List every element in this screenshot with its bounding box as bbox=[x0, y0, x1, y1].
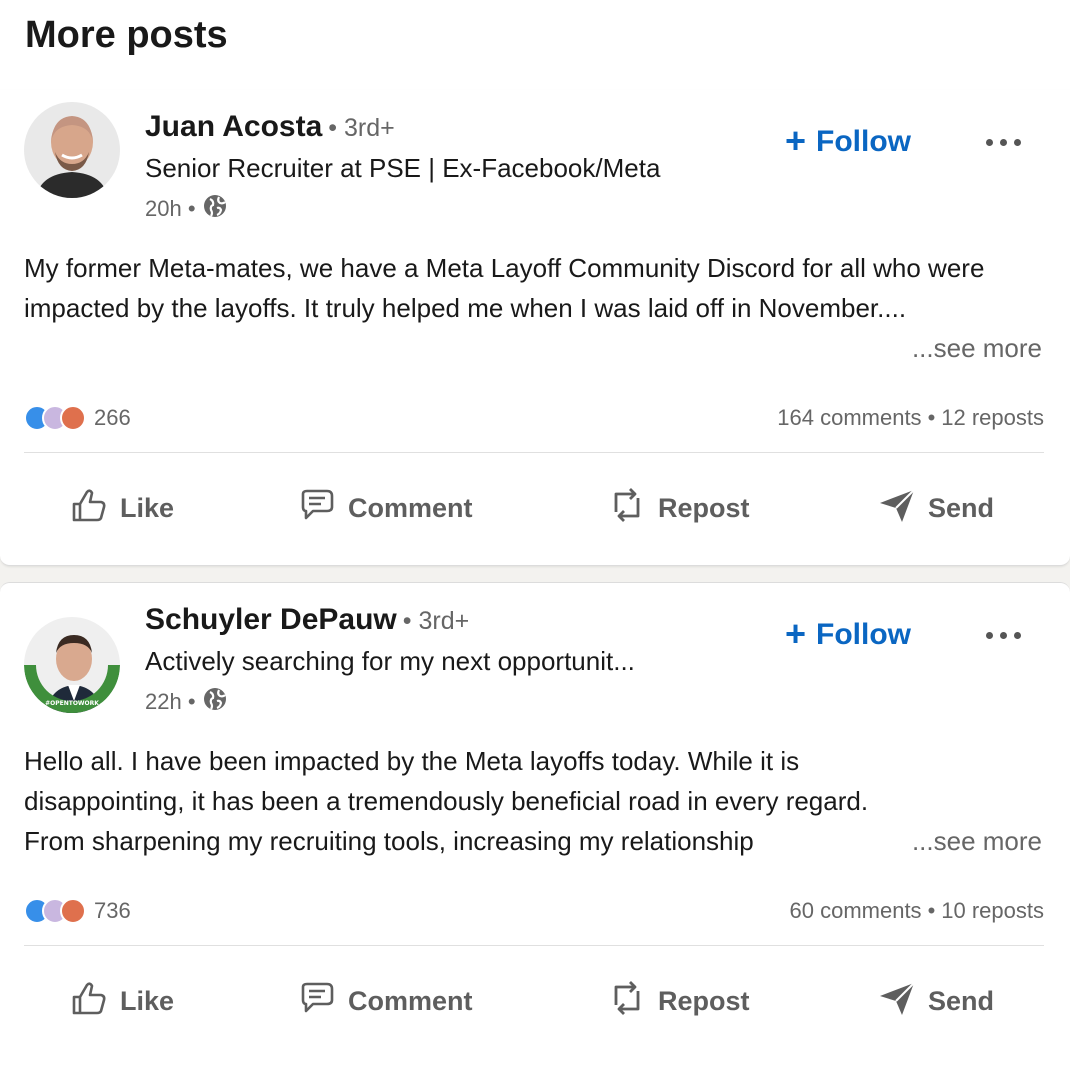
ellipsis-icon bbox=[985, 631, 993, 639]
more-options-button[interactable] bbox=[975, 122, 1031, 162]
post-card: Juan Acosta • 3rd+ Senior Recruiter at PS… bbox=[0, 90, 1070, 566]
avatar[interactable] bbox=[24, 102, 120, 198]
ellipsis-dot bbox=[1013, 138, 1021, 146]
send-button[interactable]: Send bbox=[876, 470, 994, 546]
follow-label: Follow bbox=[816, 618, 912, 651]
count-separator: • bbox=[927, 405, 936, 430]
avatar[interactable]: #OPENTOWORK bbox=[24, 617, 120, 713]
see-more-link[interactable]: ...see more bbox=[905, 821, 1042, 861]
follow-label: Follow bbox=[816, 125, 912, 158]
engagement-counts: 164 comments • 12 reposts bbox=[777, 405, 1044, 431]
post-actions: Like Comment Repost Send bbox=[0, 470, 1070, 546]
love-reaction-icon bbox=[60, 898, 86, 924]
opentowork-frame-text: #OPENTOWORK bbox=[45, 700, 99, 707]
section-header: More posts bbox=[0, 0, 1070, 90]
author-headline: Actively searching for my next opportuni… bbox=[145, 646, 635, 676]
follow-button[interactable]: + Follow bbox=[785, 613, 911, 657]
like-label: Like bbox=[120, 985, 175, 1016]
love-reaction-icon bbox=[60, 405, 86, 431]
send-label: Send bbox=[928, 492, 995, 523]
connection-degree: • 3rd+ bbox=[402, 607, 470, 635]
comment-icon bbox=[296, 977, 338, 1026]
reposts-count[interactable]: 10 reposts bbox=[941, 898, 1044, 924]
follow-button[interactable]: + Follow bbox=[785, 120, 911, 164]
comments-count[interactable]: 60 comments bbox=[790, 898, 922, 924]
author-name-text: Schuyler DePauw bbox=[145, 603, 397, 636]
repost-button[interactable]: Repost bbox=[606, 470, 750, 546]
plus-icon: + bbox=[785, 119, 807, 161]
social-counts: 736 60 comments • 10 reposts bbox=[24, 891, 1044, 931]
comment-button[interactable]: Comment bbox=[296, 470, 473, 546]
repost-label: Repost bbox=[658, 492, 750, 523]
reaction-count: 736 bbox=[94, 898, 131, 923]
comment-label: Comment bbox=[348, 985, 473, 1016]
post-time: 22h • bbox=[145, 689, 196, 714]
globe-icon bbox=[202, 686, 228, 718]
section-title: More posts bbox=[25, 14, 228, 56]
author-name[interactable]: Juan Acosta • 3rd+ bbox=[145, 110, 395, 144]
repost-icon bbox=[606, 977, 648, 1026]
post-actions: Like Comment Repost Send bbox=[0, 963, 1070, 1039]
reaction-count: 266 bbox=[94, 405, 131, 430]
like-button[interactable]: Like bbox=[68, 470, 174, 546]
send-icon bbox=[876, 484, 918, 533]
author-headline: Senior Recruiter at PSE | Ex-Facebook/Me… bbox=[145, 153, 661, 183]
globe-icon bbox=[202, 193, 228, 225]
count-separator: • bbox=[927, 898, 936, 923]
comment-icon bbox=[296, 484, 338, 533]
ellipsis-icon bbox=[985, 138, 993, 146]
divider bbox=[24, 452, 1044, 453]
engagement-counts: 60 comments • 10 reposts bbox=[790, 898, 1045, 924]
repost-icon bbox=[606, 484, 648, 533]
divider bbox=[24, 945, 1044, 946]
like-label: Like bbox=[120, 492, 175, 523]
post-card: #OPENTOWORK Schuyler DePauw • 3rd+ Active… bbox=[0, 582, 1070, 1076]
social-counts: 266 164 comments • 12 reposts bbox=[24, 398, 1044, 438]
ellipsis-dot bbox=[999, 631, 1007, 639]
connection-degree: • 3rd+ bbox=[328, 114, 395, 142]
repost-button[interactable]: Repost bbox=[606, 963, 750, 1039]
comment-label: Comment bbox=[348, 492, 473, 523]
post-text: Hello all. I have been impacted by the M… bbox=[24, 746, 869, 856]
author-name-text: Juan Acosta bbox=[145, 110, 323, 143]
post-meta: 22h • bbox=[145, 687, 228, 717]
send-button[interactable]: Send bbox=[876, 963, 994, 1039]
reactions-summary[interactable]: 266 bbox=[24, 405, 131, 431]
reposts-count[interactable]: 12 reposts bbox=[941, 405, 1044, 431]
thumbs-up-icon bbox=[68, 977, 110, 1026]
more-options-button[interactable] bbox=[975, 615, 1031, 655]
ellipsis-dot bbox=[999, 138, 1007, 146]
comments-count[interactable]: 164 comments bbox=[777, 405, 921, 431]
plus-icon: + bbox=[785, 612, 807, 654]
repost-label: Repost bbox=[658, 985, 750, 1016]
post-meta: 20h • bbox=[145, 194, 228, 224]
post-text: My former Meta-mates, we have a Meta Lay… bbox=[24, 253, 985, 323]
send-label: Send bbox=[928, 985, 995, 1016]
post-time: 20h • bbox=[145, 196, 196, 221]
author-name[interactable]: Schuyler DePauw • 3rd+ bbox=[145, 603, 469, 637]
thumbs-up-icon bbox=[68, 484, 110, 533]
ellipsis-dot bbox=[1013, 631, 1021, 639]
see-more-link[interactable]: ...see more bbox=[905, 328, 1042, 368]
comment-button[interactable]: Comment bbox=[296, 963, 473, 1039]
send-icon bbox=[876, 977, 918, 1026]
reactions-summary[interactable]: 736 bbox=[24, 898, 131, 924]
like-button[interactable]: Like bbox=[68, 963, 174, 1039]
